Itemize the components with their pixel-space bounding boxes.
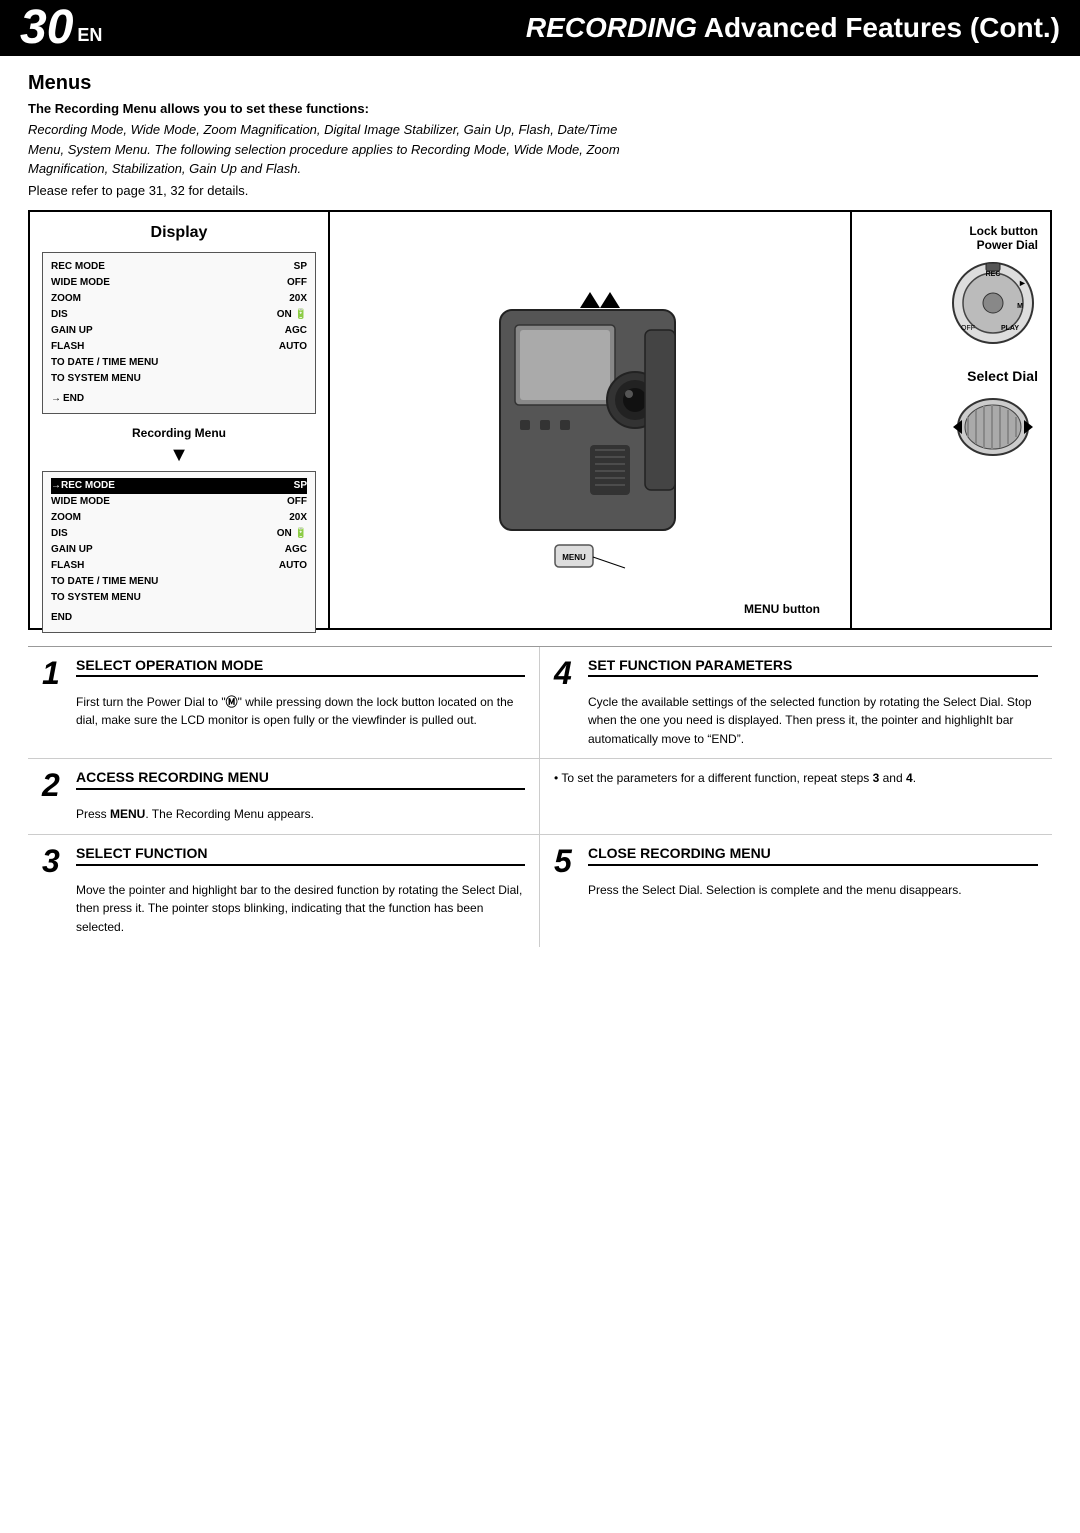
step-2: 2 ACCESS RECORDING MENU Press MENU. The … (28, 759, 540, 835)
step-3-body: Move the pointer and highlight bar to th… (76, 881, 525, 937)
step-1-title: SELECT OPERATION MODE (76, 657, 525, 678)
diagram-box: Display REC MODE SP WIDE MODE OFF ZOOM 2… (28, 210, 1052, 630)
display-panel: Display REC MODE SP WIDE MODE OFF ZOOM 2… (30, 212, 330, 628)
svg-text:MENU: MENU (562, 553, 586, 562)
menu-row: WIDE MODE OFF (51, 494, 307, 510)
step-note: • To set the parameters for a different … (540, 759, 1052, 835)
menu-end: →END (51, 391, 307, 407)
recording-menu-label: Recording Menu (42, 426, 316, 440)
menu-row: REC MODE SP (51, 259, 307, 275)
step-1-number: 1 (42, 657, 70, 689)
power-dial-label: Power Dial (969, 238, 1038, 252)
step-5-title: CLOSE RECORDING MENU (588, 845, 1038, 866)
lock-button-label: Lock button (969, 224, 1038, 238)
step-5-number: 5 (554, 845, 582, 877)
svg-text:REC: REC (986, 271, 1001, 278)
menu-row-selected: →REC MODE SP (51, 478, 307, 494)
power-dial-icon: REC M PLAY OFF ► (948, 258, 1038, 348)
page-header: 30 EN RECORDING Advanced Features (Cont.… (0, 0, 1080, 56)
subtitle-bold: The Recording Menu allows you to set the… (28, 101, 1052, 116)
step-1-body: First turn the Power Dial to "Ⓜ" while p… (76, 693, 525, 730)
select-dial-icon (948, 392, 1038, 462)
step-2-number: 2 (42, 769, 70, 801)
step-note-body: • To set the parameters for a different … (554, 769, 1038, 788)
menu-row: TO SYSTEM MENU (51, 371, 307, 387)
menu-table-1: REC MODE SP WIDE MODE OFF ZOOM 20X DIS O… (42, 252, 316, 414)
steps-section: 1 SELECT OPERATION MODE First turn the P… (28, 646, 1052, 947)
menu-row: FLASH AUTO (51, 558, 307, 574)
step-2-body: Press MENU. The Recording Menu appears. (76, 805, 525, 824)
step-4-body: Cycle the available settings of the sele… (588, 693, 1038, 749)
menu-row: TO DATE / TIME MENU (51, 574, 307, 590)
page-title: RECORDING Advanced Features (Cont.) (526, 12, 1060, 44)
menu-row: WIDE MODE OFF (51, 275, 307, 291)
page-reference: Please refer to page 31, 32 for details. (28, 183, 1052, 198)
display-label: Display (42, 224, 316, 242)
camera-area: MENU MENU button (330, 212, 850, 628)
select-dial-label: Select Dial (967, 368, 1038, 384)
arrow-down-icon: ▼ (42, 444, 316, 467)
power-dial-item: Lock button Power Dial REC M PLAY OFF (864, 224, 1038, 348)
step-3-number: 3 (42, 845, 70, 877)
controls-panel: Lock button Power Dial REC M PLAY OFF (850, 212, 1050, 628)
step-5: 5 CLOSE RECORDING MENU Press the Select … (540, 835, 1052, 947)
step-3: 3 SELECT FUNCTION Move the pointer and h… (28, 835, 540, 947)
svg-text:OFF: OFF (961, 325, 975, 332)
step-2-title: ACCESS RECORDING MENU (76, 769, 525, 790)
svg-text:►: ► (1018, 278, 1027, 288)
menu-row: GAIN UP AGC (51, 542, 307, 558)
camera-illustration: MENU (460, 250, 720, 590)
main-content: Menus The Recording Menu allows you to s… (0, 56, 1080, 963)
step-1: 1 SELECT OPERATION MODE First turn the P… (28, 647, 540, 760)
menu-row: DIS ON 🔋 (51, 307, 307, 323)
menu-row: TO SYSTEM MENU (51, 590, 307, 606)
subtitle-italic: Recording Mode, Wide Mode, Zoom Magnific… (28, 120, 1052, 179)
select-dial-item: Select Dial (864, 368, 1038, 462)
page-suffix: EN (77, 25, 102, 46)
svg-text:M: M (1017, 303, 1023, 310)
step-4-number: 4 (554, 657, 582, 689)
menu-row: ZOOM 20X (51, 510, 307, 526)
step-4-title: SET FUNCTION PARAMETERS (588, 657, 1038, 678)
menu-row: ZOOM 20X (51, 291, 307, 307)
menu-button-label: MENU button (744, 602, 820, 616)
page-number: 30 (20, 4, 73, 52)
step-3-title: SELECT FUNCTION (76, 845, 525, 866)
menu-row: DIS ON 🔋 (51, 526, 307, 542)
menu-row: FLASH AUTO (51, 339, 307, 355)
svg-text:PLAY: PLAY (1001, 325, 1019, 332)
step-5-body: Press the Select Dial. Selection is comp… (588, 881, 1038, 900)
menu-table-2: →REC MODE SP WIDE MODE OFF ZOOM 20X DIS … (42, 471, 316, 633)
step-4: 4 SET FUNCTION PARAMETERS Cycle the avai… (540, 647, 1052, 760)
menu-row: TO DATE / TIME MENU (51, 355, 307, 371)
menu-row: GAIN UP AGC (51, 323, 307, 339)
menu-end-2: END (51, 610, 307, 626)
section-title: Menus (28, 72, 1052, 95)
